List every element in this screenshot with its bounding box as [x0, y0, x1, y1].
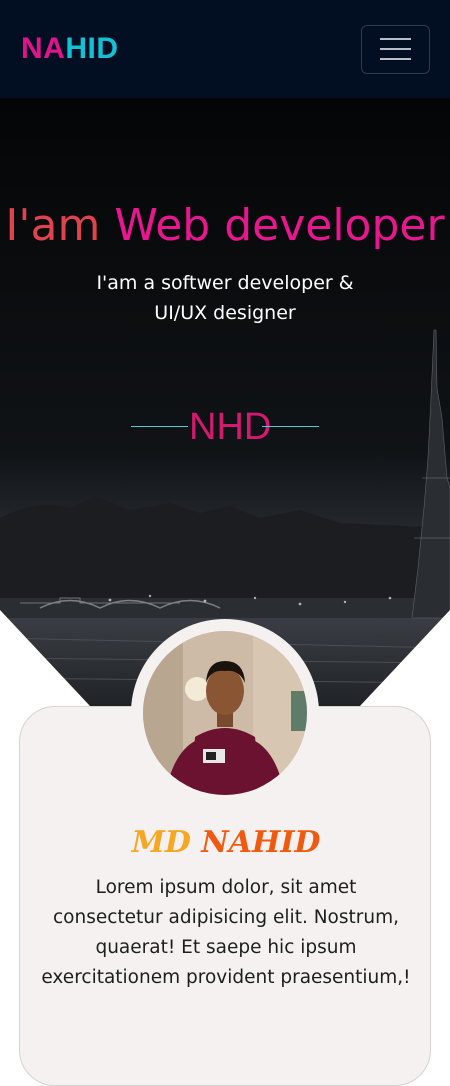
- profile-photo-icon: [143, 631, 307, 795]
- nhd-logo-icon: NHD: [189, 406, 272, 448]
- profile-description: Lorem ipsum dolor, sit amet consectetur …: [41, 877, 411, 988]
- avatar: [143, 631, 307, 795]
- hamburger-icon-line: [380, 48, 411, 50]
- navbar: NAHID: [0, 0, 450, 98]
- hero-title-prefix: I'am: [5, 200, 101, 251]
- menu-toggle-button[interactable]: [361, 24, 430, 74]
- avatar-frame: [131, 619, 319, 807]
- hero-content: I'am Web developer I'am a softwer develo…: [0, 198, 450, 328]
- divider-line-left: [131, 426, 188, 427]
- profile-name-last: NAHID: [201, 825, 321, 860]
- hero-title: I'am Web developer: [0, 198, 450, 254]
- brand-part-2: HID: [65, 32, 119, 65]
- hero-subtitle: I'am a softwer developer & UI/UX designe…: [96, 272, 354, 324]
- brand-logo[interactable]: NAHID: [21, 32, 119, 66]
- divider-line-right: [262, 426, 319, 427]
- hamburger-icon: [380, 38, 411, 40]
- hamburger-icon-line: [380, 58, 411, 60]
- hero-title-rest: Web developer: [114, 200, 445, 251]
- profile-name-first: MD: [131, 825, 191, 860]
- hero-divider: NHD: [131, 404, 319, 450]
- profile-name: MD NAHID: [20, 825, 432, 860]
- brand-part-1: NA: [21, 32, 66, 65]
